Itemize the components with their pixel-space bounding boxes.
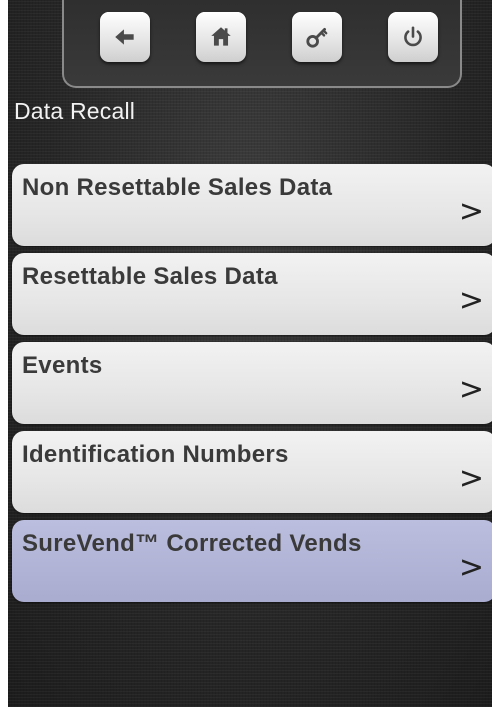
arrow-left-icon (115, 29, 134, 45)
menu-item-label: Resettable Sales Data (22, 263, 278, 290)
key-icon (306, 28, 328, 48)
power-icon (404, 26, 422, 47)
chevron-right-icon: > (458, 194, 484, 229)
back-button[interactable] (100, 12, 150, 62)
menu-item-surevend-corrected-vends[interactable]: SureVend™ Corrected Vends > (12, 520, 492, 602)
menu-item-events[interactable]: Events > (12, 342, 492, 424)
chevron-right-icon: > (458, 372, 484, 407)
key-button[interactable] (292, 12, 342, 62)
screen: Data Recall Non Resettable Sales Data > … (8, 0, 492, 707)
menu-item-resettable-sales-data[interactable]: Resettable Sales Data > (12, 253, 492, 335)
menu-item-label: Non Resettable Sales Data (22, 174, 333, 201)
menu-item-label: Identification Numbers (22, 441, 289, 468)
menu-item-identification-numbers[interactable]: Identification Numbers > (12, 431, 492, 513)
page-title: Data Recall (14, 98, 136, 124)
menu-item-label: SureVend™ Corrected Vends (22, 530, 362, 557)
toolbar (62, 0, 462, 88)
chevron-right-icon: > (458, 550, 484, 585)
menu-item-non-resettable-sales-data[interactable]: Non Resettable Sales Data > (12, 164, 492, 246)
home-icon (211, 27, 231, 46)
chevron-right-icon: > (458, 461, 484, 496)
power-button[interactable] (388, 12, 438, 62)
home-button[interactable] (196, 12, 246, 62)
menu-item-label: Events (22, 352, 103, 379)
chevron-right-icon: > (458, 283, 484, 318)
